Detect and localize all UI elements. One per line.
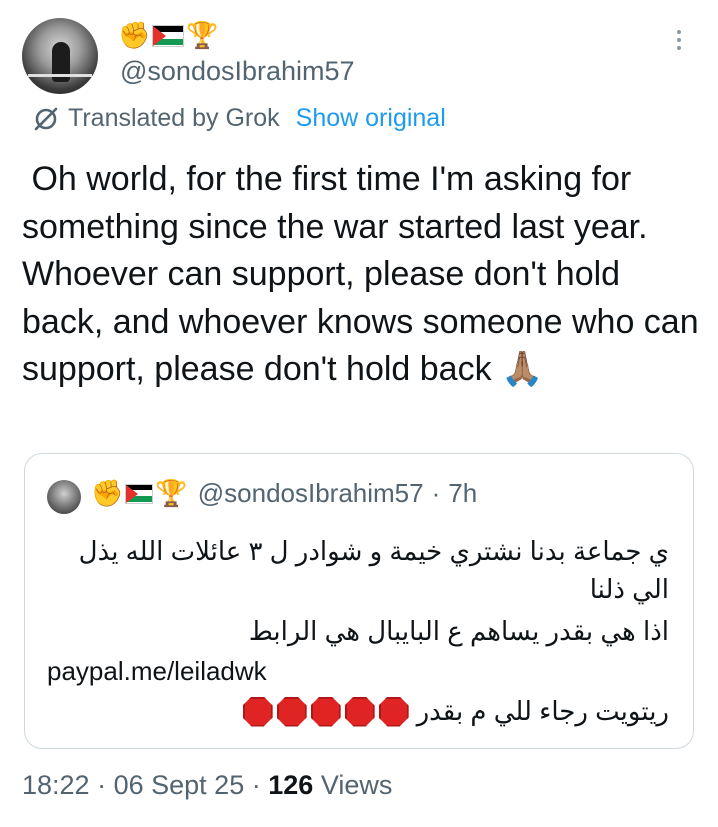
- author-handle[interactable]: @sondosIbrahim57: [120, 56, 355, 87]
- stop-sign-icon: [378, 696, 409, 727]
- quoted-last-text: ريتويت رجاء للي م بقدر: [416, 696, 669, 726]
- views-count: 126: [268, 770, 314, 800]
- paypal-link[interactable]: paypal.me/leiladwk: [47, 656, 267, 687]
- quoted-post[interactable]: ✊ 🏆 @sondosIbrahim57 · 7h ي جماعة بدنا ن…: [24, 453, 694, 749]
- stop-sign-icon: [310, 696, 341, 727]
- post-text: Oh world, for the first time I'm asking …: [22, 160, 709, 388]
- quoted-handle: @sondosIbrahim57: [197, 478, 424, 508]
- separator-dot: ·: [97, 770, 107, 800]
- separator-dot: ·: [251, 770, 261, 800]
- palestine-flag-icon: [152, 24, 185, 47]
- palestine-flag-icon: [125, 483, 154, 504]
- separator-dot: ·: [431, 478, 441, 508]
- more-options-icon[interactable]: [672, 30, 686, 50]
- author-avatar[interactable]: [22, 18, 98, 94]
- trophy-icon: 🏆: [155, 478, 188, 508]
- translated-by-label: Translated by Grok: [68, 104, 280, 132]
- trophy-icon: 🏆: [186, 20, 219, 50]
- post-time[interactable]: 18:22: [22, 770, 90, 800]
- quoted-author-avatar: [47, 480, 81, 514]
- author-display-name[interactable]: ✊ 🏆: [118, 20, 219, 51]
- translation-bar: Translated by Grok Show original: [32, 104, 446, 133]
- raised-fist-icon: ✊: [118, 20, 151, 50]
- quoted-text-line: اذا هي بقدر يساهم ع البايبال هي الرابط: [248, 616, 669, 646]
- raised-fist-icon: ✊: [91, 478, 124, 508]
- post-date[interactable]: 06 Sept 25: [114, 770, 245, 800]
- stop-sign-icon: [276, 696, 307, 727]
- quoted-text-line: الي ذلنا: [589, 574, 669, 604]
- quoted-text-line: ي جماعة بدنا نشتري خيمة و شوادر ل ٣ عائل…: [78, 536, 669, 566]
- quoted-post-header: ✊ 🏆 @sondosIbrahim57 · 7h: [91, 478, 477, 509]
- post-meta: 18:22 · 06 Sept 25 · 126 Views: [22, 770, 392, 801]
- views-label: Views: [320, 770, 393, 800]
- avatar-railing: [28, 74, 92, 77]
- quoted-time: 7h: [448, 478, 478, 508]
- stop-sign-icon: [242, 696, 273, 727]
- quoted-last-line: ريتويت رجاء للي م بقدر: [237, 696, 669, 727]
- stop-signs: [242, 696, 409, 727]
- show-original-link[interactable]: Show original: [296, 104, 446, 133]
- grok-icon: [34, 107, 58, 130]
- stop-sign-icon: [344, 696, 375, 727]
